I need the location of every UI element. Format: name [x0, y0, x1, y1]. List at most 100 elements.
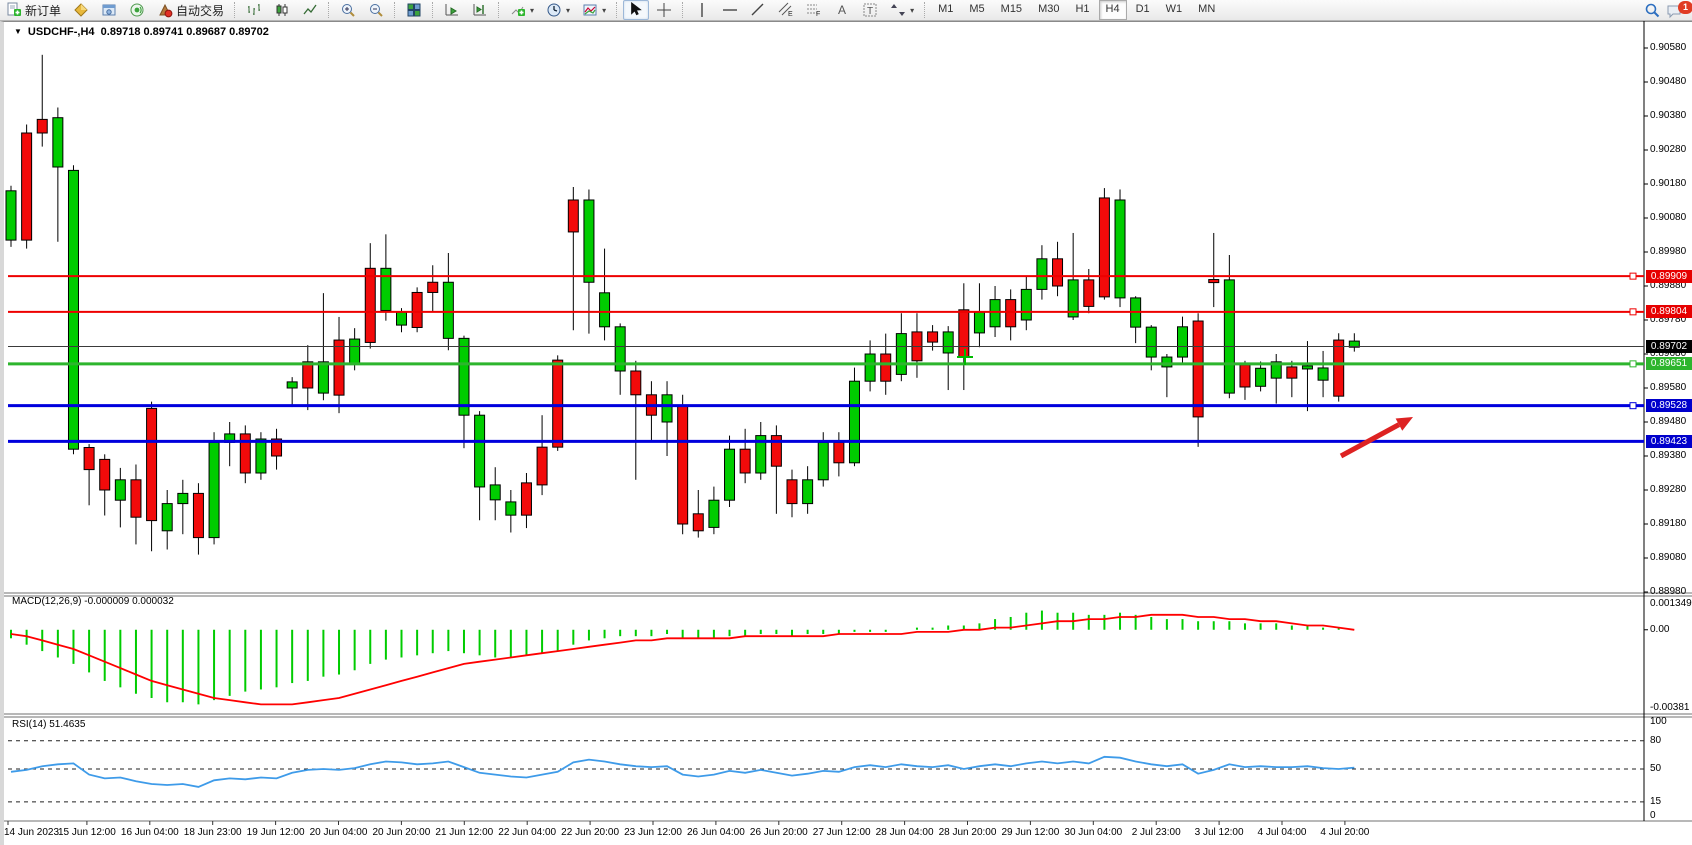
line-chart-button[interactable]: [297, 0, 323, 20]
price-tick-label: 0.90280: [1650, 144, 1686, 155]
notifications-button[interactable]: 1: [1666, 1, 1686, 19]
timeframe-m5[interactable]: M5: [962, 0, 991, 20]
candle: [22, 133, 32, 240]
candle: [896, 334, 906, 375]
date-label: 2 Jul 23:00: [1132, 827, 1181, 838]
timeframe-m15[interactable]: M15: [994, 0, 1029, 20]
candle: [553, 360, 563, 447]
chevron-down-icon: ▾: [602, 6, 606, 15]
price-tick-label: 0.90080: [1650, 212, 1686, 223]
candle: [68, 170, 78, 449]
templates-button[interactable]: ▾: [577, 0, 611, 20]
candle: [209, 442, 219, 537]
market-watch-button[interactable]: [124, 0, 150, 20]
cursor-button[interactable]: [623, 0, 649, 20]
vertical-line-button[interactable]: [689, 0, 715, 20]
chart-plot-area[interactable]: [0, 21, 1692, 845]
text-label-icon: T: [862, 2, 878, 18]
candle: [678, 405, 688, 524]
date-label: 29 Jun 12:00: [1001, 827, 1059, 838]
svg-text:A: A: [838, 3, 846, 17]
new-chart-button[interactable]: [68, 0, 94, 20]
candle: [1302, 366, 1312, 369]
candlestick-chart-button[interactable]: [269, 0, 295, 20]
horizontal-line-button[interactable]: [717, 0, 743, 20]
timeframe-h1[interactable]: H1: [1068, 0, 1096, 20]
profiles-icon: [101, 2, 117, 18]
bar-chart-button[interactable]: [241, 0, 267, 20]
price-tick-label: 0.89280: [1650, 484, 1686, 495]
candle: [849, 381, 859, 463]
timeframe-h4[interactable]: H4: [1099, 0, 1127, 20]
candle: [1240, 365, 1250, 387]
notification-badge: 1: [1678, 1, 1692, 14]
candle: [803, 480, 813, 504]
profiles-button[interactable]: [96, 0, 122, 20]
tile-windows-button[interactable]: [401, 0, 427, 20]
autotrading-button[interactable]: 自动交易: [152, 0, 229, 20]
candle: [6, 191, 16, 240]
timeframe-m30[interactable]: M30: [1031, 0, 1066, 20]
line-handle[interactable]: [1630, 403, 1636, 409]
new-chart-icon: [73, 2, 89, 18]
equidistant-channel-button[interactable]: E: [773, 0, 799, 20]
trendline-button[interactable]: [745, 0, 771, 20]
candle: [490, 485, 500, 500]
candle: [1053, 259, 1063, 286]
date-label: 28 Jun 04:00: [876, 827, 934, 838]
timeframe-m1[interactable]: M1: [931, 0, 960, 20]
crosshair-button[interactable]: [651, 0, 677, 20]
price-tick-label: 0.89580: [1650, 382, 1686, 393]
arrows-button[interactable]: ▾: [885, 0, 919, 20]
chart-shift-button[interactable]: [467, 0, 493, 20]
candle: [865, 354, 875, 381]
zoom-out-icon: [368, 2, 384, 18]
candle: [53, 118, 63, 167]
zoom-out-button[interactable]: [363, 0, 389, 20]
date-label: 26 Jun 20:00: [750, 827, 808, 838]
periods-button[interactable]: ▾: [541, 0, 575, 20]
toolbar-separator: [432, 2, 434, 18]
search-icon[interactable]: [1644, 2, 1660, 18]
timeframe-group: M1M5M15M30H1H4D1W1MN: [930, 0, 1223, 20]
indicators-button[interactable]: ▾: [505, 0, 539, 20]
rsi-axis-100: 100: [1650, 716, 1667, 727]
price-tick-label: 0.89980: [1650, 246, 1686, 257]
new-order-button[interactable]: 新订单: [1, 0, 66, 20]
candle: [1209, 280, 1219, 283]
new-order-label: 新订单: [25, 2, 61, 19]
collapse-triangle-icon[interactable]: ▼: [14, 27, 22, 36]
date-label: 20 Jun 20:00: [372, 827, 430, 838]
candle: [1256, 368, 1266, 386]
timeframe-d1[interactable]: D1: [1129, 0, 1157, 20]
price-badge-0.89423: 0.89423: [1646, 435, 1692, 448]
auto-scroll-button[interactable]: [439, 0, 465, 20]
chevron-down-icon: ▾: [530, 6, 534, 15]
candle: [1006, 300, 1016, 327]
timeframe-mn[interactable]: MN: [1191, 0, 1222, 20]
zoom-in-button[interactable]: [335, 0, 361, 20]
line-handle[interactable]: [1630, 273, 1636, 279]
candlestick-icon: [274, 2, 290, 18]
toolbar-right: 1: [1644, 0, 1686, 20]
chevron-down-icon: ▾: [566, 6, 570, 15]
line-handle[interactable]: [1630, 309, 1636, 315]
candle: [178, 493, 188, 503]
text-label-button[interactable]: T: [857, 0, 883, 20]
vertical-line-icon: [694, 2, 710, 18]
timeframe-w1[interactable]: W1: [1159, 0, 1190, 20]
candle: [1334, 340, 1344, 396]
line-handle[interactable]: [1630, 361, 1636, 367]
bar-chart-icon: [246, 2, 262, 18]
horizontal-line-icon: [722, 2, 738, 18]
macd-signal-line: [11, 615, 1354, 705]
text-button[interactable]: A: [829, 0, 855, 20]
svg-text:T: T: [867, 6, 873, 17]
candle: [428, 282, 438, 292]
date-label: 3 Jul 12:00: [1195, 827, 1244, 838]
toolbar-separator: [616, 2, 618, 18]
toolbar-separator: [498, 2, 500, 18]
price-tick-label: 0.89380: [1650, 450, 1686, 461]
fibonacci-button[interactable]: F: [801, 0, 827, 20]
date-label: 18 Jun 23:00: [184, 827, 242, 838]
